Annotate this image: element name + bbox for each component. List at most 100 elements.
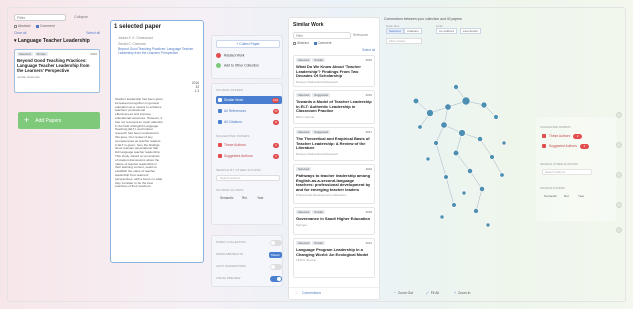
- visual-preview-toggle-row[interactable]: VISUAL PREVIEW: [216, 276, 282, 284]
- graph-node: [451, 202, 457, 208]
- paper-tag: Suggested: [312, 130, 331, 134]
- legend-chip-semantic[interactable]: Semantic: [544, 194, 557, 198]
- public-collection-toggle[interactable]: [270, 240, 282, 246]
- fit-all-label: Fit All: [430, 291, 440, 295]
- zoom-in-button[interactable]: + Zoom In: [454, 291, 470, 295]
- paper-tags: Selected Similar 2016: [17, 52, 97, 57]
- show-abstracts-pill[interactable]: Shown: [268, 252, 282, 258]
- abstract-checkbox-icon: [293, 41, 296, 45]
- graph-edge: [475, 188, 483, 212]
- side-nav-dot[interactable]: [616, 142, 622, 148]
- graph-node: [493, 114, 499, 120]
- similar-paper-card[interactable]: Selected Similar 2016 What Do We Know Abou…: [293, 55, 375, 87]
- selected-author: Gerald C. Chesnow: [118, 42, 146, 46]
- author-icon: [542, 134, 546, 139]
- authors-icon: [542, 144, 546, 149]
- legend-these-authors[interactable]: These Authors 2: [542, 134, 583, 139]
- select-all-link[interactable]: Select all: [362, 48, 375, 52]
- similar-paper-card[interactable]: Selected Similar 2014 Language Program Lea…: [293, 238, 375, 278]
- citations-item[interactable]: All Citations 8: [216, 118, 282, 126]
- filter-chip-year[interactable]: Year: [257, 196, 263, 200]
- paper-tag: Selected: [296, 58, 312, 62]
- collection-paper-card[interactable]: Selected Similar 2016 Beyond Good Teachi…: [14, 49, 100, 93]
- public-collection-toggle-row[interactable]: PUBLIC COLLECTION: [216, 240, 282, 248]
- add-collection-label: Add to Other Collection: [224, 63, 260, 68]
- side-nav-dot[interactable]: [616, 227, 622, 233]
- suggested-authors-item[interactable]: Suggested Authors 4: [216, 152, 282, 160]
- paper-meta: Jordan Haaxman: [17, 75, 40, 80]
- abstract-option-label: Abstract: [297, 41, 309, 45]
- selected-paper-link[interactable]: Beyond Good Teaching Practices: Language…: [118, 47, 196, 55]
- visual-preview-toggle[interactable]: [270, 276, 282, 282]
- comment-checkbox-icon: [313, 41, 317, 45]
- similar-paper-card[interactable]: Selected Similar 2018 Governance in Saudi …: [293, 207, 375, 235]
- search-author-label: SEARCH BY OTHER AUTHOR: [216, 168, 261, 172]
- graph-search-input[interactable]: Filter Nodes: [386, 38, 422, 44]
- show-abstracts-row[interactable]: SHOW ABSTRACTS Shown: [216, 252, 282, 260]
- add-papers-button[interactable]: + Add Papers: [18, 112, 100, 129]
- graph-title: Connections between your collection and …: [384, 17, 462, 21]
- auto-suggest-toggle-row[interactable]: AUTO SUGGESTIONS: [216, 264, 282, 272]
- similar-paper-card[interactable]: Selected 2019 Pathways to teacher leaders…: [293, 164, 375, 204]
- seg-coauthors[interactable]: Co-Authors: [436, 28, 458, 34]
- collect-paper-button[interactable]: + Collect Paper: [216, 40, 280, 48]
- selected-abstract: Teacher leadership has been given increa…: [115, 97, 163, 189]
- similar-paper-card[interactable]: Selected Suggested 2015 Towards a Model of…: [293, 90, 375, 124]
- similar-work-item[interactable]: Similar Work 142: [216, 96, 282, 104]
- network-graph[interactable]: [384, 47, 534, 267]
- abstract-option[interactable]: Abstract: [14, 24, 30, 28]
- paper-year: 2017: [365, 130, 372, 134]
- legend-chip-year[interactable]: Year: [578, 194, 584, 198]
- author-search-input[interactable]: Search authors: [216, 175, 280, 181]
- collapse-button[interactable]: Collapse: [74, 15, 88, 19]
- comment-option[interactable]: Comment: [36, 24, 55, 28]
- seg-selected[interactable]: Selected: [386, 28, 404, 34]
- zoom-out-button[interactable]: − Zoom Out: [394, 291, 413, 295]
- similar-paper-card[interactable]: Selected Suggested 2017 The Theoretical an…: [293, 127, 375, 161]
- paper-tag: Similar: [312, 58, 326, 62]
- similar-work-panel: Similar Work Filter Relevance Abstract C…: [288, 17, 380, 300]
- collection-search-input[interactable]: Filter: [14, 14, 66, 21]
- fit-all-button[interactable]: ⤢ Fit All: [426, 291, 439, 295]
- related-work-row[interactable]: Related Work: [216, 53, 244, 58]
- references-item[interactable]: All References 17: [216, 107, 282, 115]
- graph-node: [479, 186, 485, 192]
- legend-search-label: SEARCH OTHER AUTHORS: [540, 162, 578, 166]
- clear-all-link[interactable]: Clear all: [14, 31, 26, 35]
- legend-suggested-authors[interactable]: Suggested Authors 4: [542, 144, 589, 149]
- paper-venue: Review of Educational Research: [296, 151, 338, 156]
- side-nav-dot[interactable]: [616, 112, 622, 118]
- seg-citations[interactable]: Citations: [404, 28, 422, 34]
- these-authors-item[interactable]: These Authors 2: [216, 141, 282, 149]
- paper-title: The Theoretical and Empirical Basis of T…: [296, 136, 370, 151]
- source-papers-label: SOURCE PAPERS: [216, 88, 244, 92]
- paper-tags: Selected Suggested 2017: [296, 130, 372, 135]
- filter-chip-semantic[interactable]: Semantic: [220, 196, 233, 200]
- select-all-link[interactable]: Select all: [86, 31, 100, 35]
- add-papers-label: Add Papers: [35, 117, 62, 124]
- selected-title: 1 selected paper: [114, 24, 162, 30]
- connections-footer[interactable]: ☆ Connections: [289, 287, 379, 299]
- paper-year: 2016: [90, 52, 97, 56]
- comment-option-label: Comment: [317, 41, 332, 45]
- side-nav-dot[interactable]: [616, 172, 622, 178]
- side-nav-dot[interactable]: [616, 202, 622, 208]
- graph-node: [477, 136, 483, 142]
- group-heading[interactable]: ▾ Language Teacher Leadership: [14, 38, 100, 46]
- legend-chip-rel[interactable]: Rel.: [564, 194, 570, 198]
- comment-option[interactable]: Comment: [313, 41, 332, 45]
- paper-year: 2014: [365, 241, 372, 245]
- plus-icon: +: [24, 115, 30, 125]
- legend-author-search-input[interactable]: Search authors: [542, 169, 592, 175]
- add-collection-row[interactable]: Add to Other Collection: [216, 63, 259, 68]
- suggested-authors-badge: 4: [273, 153, 279, 159]
- these-authors-label: These Authors: [224, 143, 246, 147]
- filter-chip-rel[interactable]: Rel.: [242, 196, 248, 200]
- similar-search-input[interactable]: Filter: [293, 32, 351, 39]
- abstract-option[interactable]: Abstract: [293, 41, 309, 45]
- toggle-label: AUTO SUGGESTIONS: [216, 264, 246, 268]
- relevance-sort[interactable]: Relevance: [353, 33, 368, 37]
- seg-last-author[interactable]: Last Author: [460, 28, 482, 34]
- graph-node: [485, 222, 491, 228]
- auto-suggest-toggle[interactable]: [270, 264, 282, 270]
